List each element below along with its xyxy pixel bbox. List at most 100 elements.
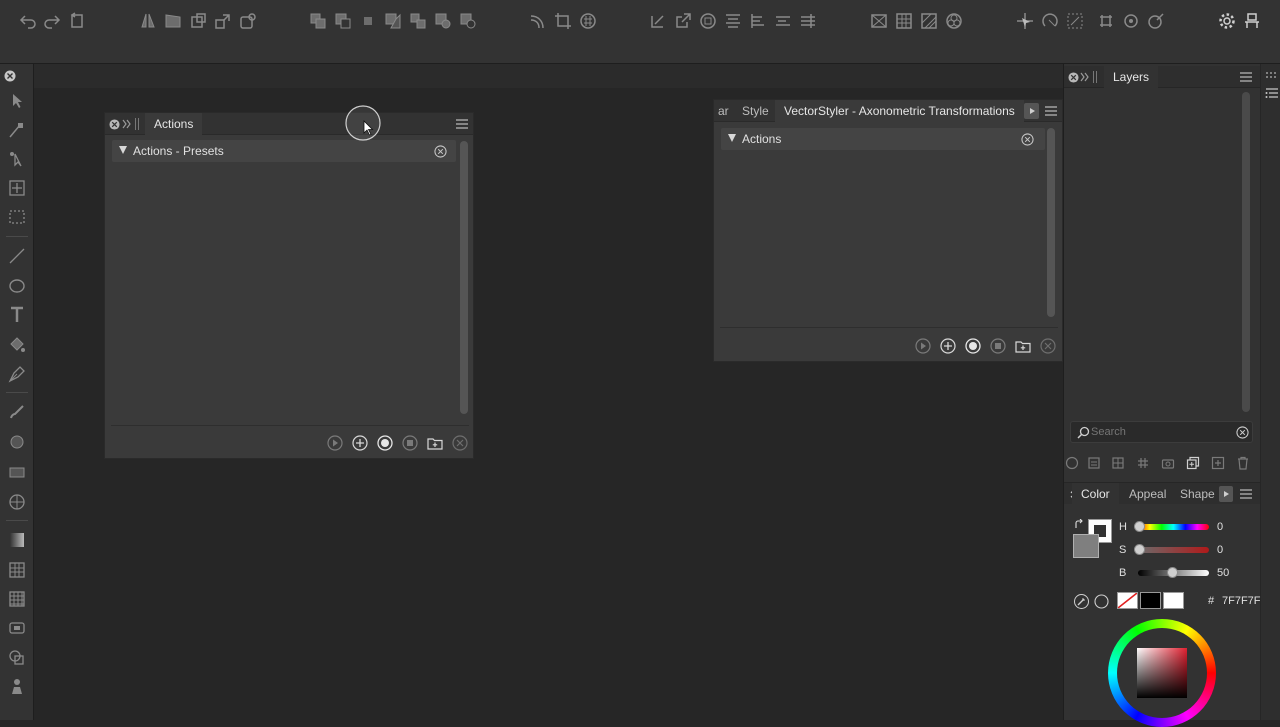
none-color-icon[interactable] [1093,593,1109,609]
settings-icon[interactable] [1217,11,1237,31]
hex-value-field[interactable]: 7F7F7F [1222,595,1261,607]
align-left-icon[interactable] [723,11,743,31]
distribute-h-icon[interactable] [798,11,818,31]
brightness-slider-knob[interactable] [1167,567,1178,578]
color-panel-header[interactable]: Color Appeal Shape [1064,482,1260,505]
puppet-tool-icon[interactable] [6,676,28,698]
boolean-unite-icon[interactable] [308,11,328,31]
dock-grip-icon[interactable] [1264,70,1280,82]
line-tool-icon[interactable] [6,245,28,267]
record-icon[interactable] [964,337,982,355]
export-icon[interactable] [673,11,693,31]
link-layer-icon[interactable] [1064,455,1080,471]
remove-group-icon[interactable] [433,144,447,158]
boolean-intersect-icon[interactable] [358,11,378,31]
ellipse-tool-icon[interactable] [6,275,28,297]
collapse-panel-icon[interactable] [1079,71,1091,83]
crop-icon[interactable] [553,11,573,31]
group-actions[interactable]: Actions [721,128,1045,150]
trash-icon[interactable] [1235,455,1251,471]
text-tool-icon[interactable] [6,304,28,326]
new-folder-icon[interactable] [426,434,444,452]
target-icon[interactable] [1121,11,1141,31]
workspace-icon[interactable] [1242,11,1262,31]
drag-handle-icon[interactable] [1091,70,1099,84]
scale-icon[interactable] [213,11,233,31]
color-wheel[interactable] [1108,619,1216,727]
mask-icon[interactable] [869,11,889,31]
align-center-icon[interactable] [748,11,768,31]
mesh-icon[interactable] [894,11,914,31]
hue-slider[interactable] [1138,524,1209,530]
saturation-brightness-square[interactable] [1137,648,1187,698]
swatch-white[interactable] [1163,592,1184,609]
tab-appearance[interactable]: Appeal [1120,483,1175,505]
rotate-icon[interactable] [1040,11,1060,31]
layer-group-icon[interactable] [1110,455,1126,471]
select-arrow-icon[interactable] [6,90,28,112]
list-icon[interactable] [1264,86,1280,102]
add-icon[interactable] [351,434,369,452]
add-icon[interactable] [939,337,957,355]
pen-tool-icon[interactable] [6,363,28,385]
direct-select-icon[interactable] [6,148,28,170]
clear-search-icon[interactable] [1235,425,1249,439]
new-folder-icon[interactable] [1014,337,1032,355]
distort-icon[interactable] [163,11,183,31]
scrollbar[interactable] [1047,128,1055,317]
duplicate-layer-icon[interactable] [1185,455,1201,471]
pattern-icon[interactable] [578,11,598,31]
grid-icon[interactable] [698,11,718,31]
panel-menu-icon[interactable] [1239,487,1253,501]
saturation-slider[interactable] [1138,547,1209,553]
tab-actions[interactable]: Actions [145,113,203,135]
record-icon[interactable] [376,434,394,452]
eyedropper-icon[interactable] [1073,593,1089,609]
hue-value[interactable]: 0 [1217,521,1223,533]
camera-icon[interactable] [1160,455,1176,471]
search-field[interactable] [1070,421,1253,443]
more-tabs-icon[interactable] [1219,486,1233,502]
globe-tool-icon[interactable] [6,491,28,513]
search-input[interactable] [1091,424,1231,440]
play-icon[interactable] [326,434,344,452]
close-icon[interactable] [3,69,17,83]
sync-icon[interactable] [67,11,87,31]
delete-icon[interactable] [1039,337,1057,355]
distribute-icon[interactable] [773,11,793,31]
hue-slider-knob[interactable] [1134,521,1145,532]
play-icon[interactable] [914,337,932,355]
resize-icon[interactable] [1096,11,1116,31]
boolean-exclude-icon[interactable] [383,11,403,31]
vs-panel-header[interactable]: ar Style VectorStyler - Axonometric Tran… [714,100,1062,122]
brush-tool-icon[interactable] [6,401,28,423]
gradient-tool-icon[interactable] [6,529,28,551]
bounding-box-icon[interactable] [1065,11,1085,31]
tab-axonometric-transformations[interactable]: VectorStyler - Axonometric Transformatio… [775,100,1024,122]
tab-style[interactable]: Style [733,100,778,122]
boolean-merge-icon[interactable] [458,11,478,31]
group-actions-presets[interactable]: Actions - Presets [112,140,456,162]
artboard-tool-icon[interactable] [6,617,28,639]
boolean-trim-icon[interactable] [433,11,453,31]
layers-panel-header[interactable]: Layers [1064,66,1280,88]
collapse-panel-icon[interactable] [121,118,133,130]
swap-colors-icon[interactable] [1073,518,1085,530]
path-offset-icon[interactable] [528,11,548,31]
actions-panel-header[interactable]: Actions [105,113,473,135]
stop-icon[interactable] [401,434,419,452]
panel-menu-icon[interactable] [455,117,469,131]
more-tabs-icon[interactable] [1024,103,1039,119]
saturation-value[interactable]: 0 [1217,544,1223,556]
redo-icon[interactable] [42,11,62,31]
move-tool-icon[interactable] [6,177,28,199]
brightness-value[interactable]: 50 [1217,567,1229,579]
drag-handle-icon[interactable] [133,117,141,131]
disclosure-triangle-icon[interactable] [728,134,736,142]
boolean-divide-icon[interactable] [408,11,428,31]
layers-scrollbar[interactable] [1242,92,1250,412]
remove-group-icon[interactable] [1020,132,1034,146]
swatch-none[interactable] [1117,592,1138,609]
mesh-tool-icon[interactable] [6,559,28,581]
swatch-black[interactable] [1140,592,1161,609]
